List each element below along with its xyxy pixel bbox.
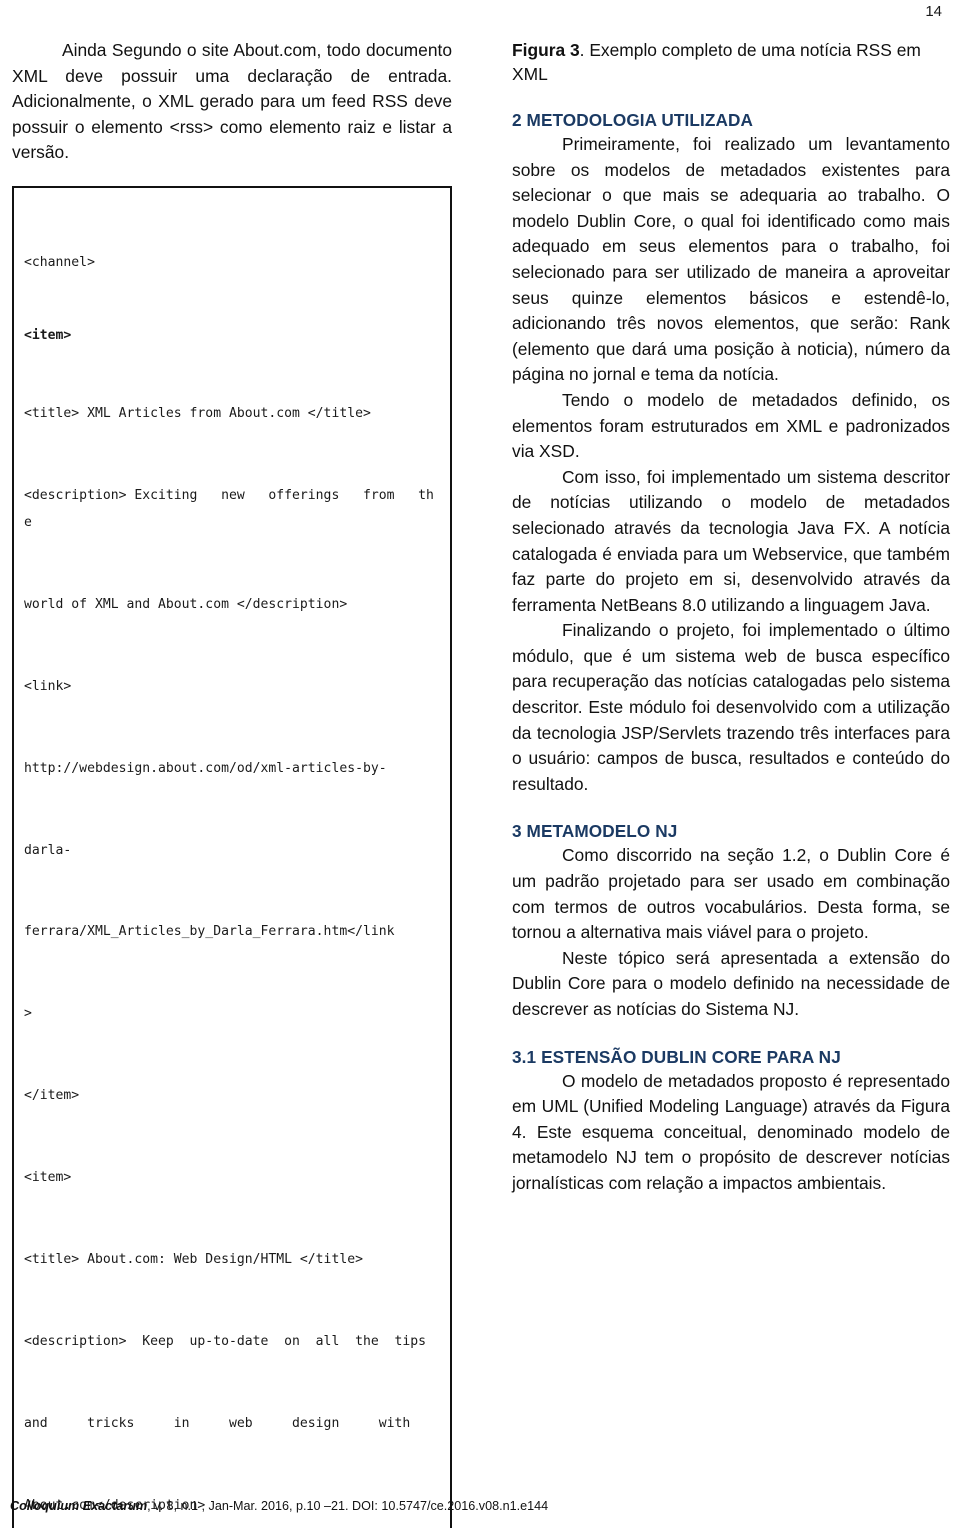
figure3-caption: Figura 3. Exemplo completo de uma notíci… [512,38,950,86]
intro-paragraph: Ainda Segundo o site About.com, todo doc… [12,40,452,163]
code-line: > [24,1006,32,1022]
footer-citation: , v. 8, n.1 , Jan-Mar. 2016, p.10 –21. D… [147,1499,549,1513]
left-column: Ainda Segundo o site About.com, todo doc… [12,38,452,1528]
section2-paragraph: Com isso, foi implementado um sistema de… [512,466,950,615]
code-line: <channel> [24,254,95,270]
code-line: darla- [24,842,72,858]
section2-paragraph: Primeiramente, foi realizado um levantam… [512,134,950,385]
code-line: <title> XML Articles from About.com </ti… [24,405,371,421]
section-heading-metamodelo: 3 METAMODELO NJ [512,821,678,842]
code-line: </item> [24,1088,80,1104]
code-line: <description> Keep up-to-date on all the… [24,1333,427,1349]
document-page: 14 Ainda Segundo o site About.com, todo … [0,0,960,1528]
section31-paragraph: O modelo de metadados proposto é represe… [512,1070,950,1193]
code-line: <title> About.com: Web Design/HTML </tit… [24,1251,363,1267]
right-column: Figura 3. Exemplo completo de uma notíci… [512,38,950,1197]
section-heading-metodologia: 2 METODOLOGIA UTILIZADA [512,110,754,130]
section3-paragraph: Como discorrido na seção 1.2, o Dublin C… [512,845,950,943]
code-line: and tricks in web design with [24,1415,411,1431]
figure2-code: <channel> <item> <title> XML Articles fr… [24,198,440,1528]
section2-paragraph: Tendo o modelo de metadados definido, os… [512,389,950,462]
section2-paragraph: Finalizando o projeto, foi implementado … [512,620,950,794]
figure2-code-box: <channel> <item> <title> XML Articles fr… [12,185,452,1528]
page-footer: Colloquium Exactarum, v. 8, n.1 , Jan-Ma… [10,1498,950,1514]
page-number: 14 [925,3,942,20]
code-line: http://webdesign.about.com/od/xml-articl… [24,760,387,776]
code-line: <item> [24,328,72,344]
code-line: <description> Exciting new offerings fro… [24,487,434,530]
section3-paragraph: Neste tópico será apresentada a extensão… [512,947,950,1019]
code-line: <link> [24,678,72,694]
footer-journal-name: Colloquium Exactarum [10,1499,148,1513]
figure3-caption-label: Figura 3 [512,40,580,60]
code-line: world of XML and About.com </description… [24,596,348,612]
code-line: <item> [24,1170,72,1186]
section-heading-estensao-dublin-core: 3.1 ESTENSÃO DUBLIN CORE PARA NJ [512,1046,841,1067]
code-line: ferrara/XML_Articles_by_Darla_Ferrara.ht… [24,924,395,940]
